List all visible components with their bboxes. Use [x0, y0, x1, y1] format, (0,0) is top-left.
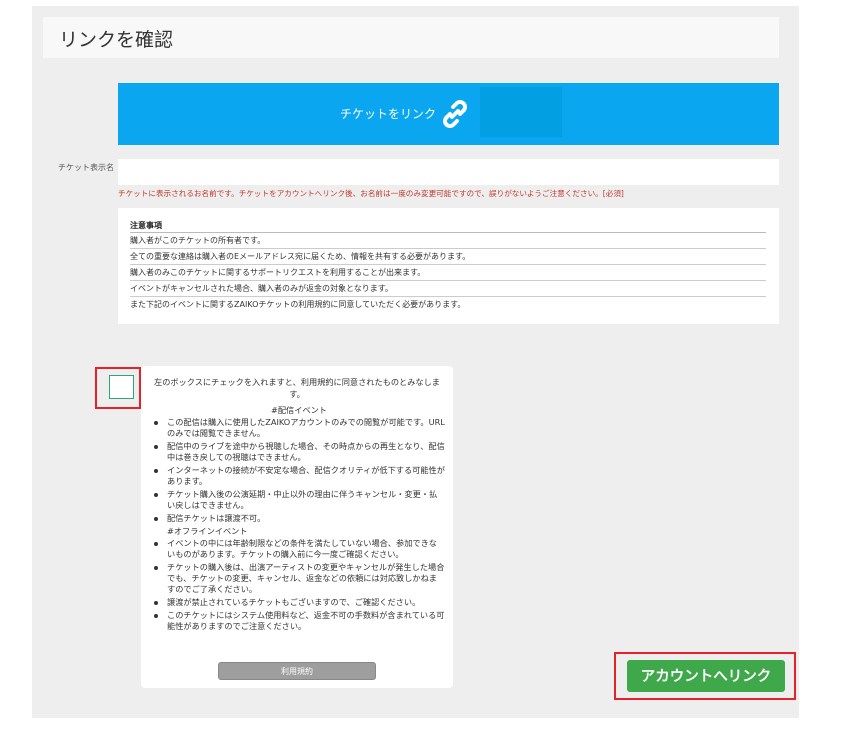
notes-item: また下記のイベントに関するZAIKOチケットの利用規約に同意していただく必要があ…: [130, 300, 466, 309]
terms-item: 配信チケットは譲渡不可。: [149, 513, 445, 524]
streaming-section-heading: #配信イベント: [271, 405, 327, 415]
ticket-name-label: チケット表示名: [58, 163, 114, 172]
terms-intro: 左のボックスにチェックを入れますと、利用規約に同意されたものとみなします。: [154, 377, 440, 399]
terms-item: 譲渡が禁止されているチケットもございますので、ご確認ください。: [149, 597, 445, 608]
terms-item: インターネットの接続が不安定な場合、配信クオリティが低下する可能性があります。: [149, 465, 445, 487]
notes-heading: 注意事項: [130, 220, 766, 233]
offline-section-heading: #オフラインイベント: [167, 526, 248, 536]
terms-of-use-button[interactable]: 利用規約: [218, 662, 376, 680]
notes-item: イベントがキャンセルされた場合、購入者のみが返金の対象となります。: [130, 281, 766, 297]
agree-terms-checkbox[interactable]: [109, 375, 134, 399]
terms-item: この配信は購入に使用したZAIKOアカウントのみでの閲覧が可能です。URLのみで…: [149, 417, 445, 439]
terms-item: チケット購入後の公演延期・中止以外の理由に伴うキャンセル・変更・払い戻しはできま…: [149, 489, 445, 511]
terms-item: 配信中のライブを途中から視聴した場合、その時点からの再生となり、配信中は巻き戻し…: [149, 441, 445, 463]
notes-box: 注意事項 購入者がこのチケットの所有者です。 全ての重要な連絡は購入者のEメール…: [118, 208, 779, 324]
terms-item: このチケットにはシステム使用料など、返金不可の手数料が含まれている可能性がありま…: [149, 610, 445, 632]
terms-item: イベントの中には年齢制限などの条件を満たしていない場合、参加できないものがありま…: [149, 538, 445, 560]
notes-item: 購入者のみこのチケットに関するサポートリクエストを利用することが出来ます。: [130, 265, 766, 281]
ticket-name-input[interactable]: [118, 159, 779, 185]
link-ticket-label: チケットをリンク: [340, 107, 437, 121]
terms-box: 左のボックスにチェックを入れますと、利用規約に同意されたものとみなします。 #配…: [141, 366, 453, 688]
link-icon: [443, 100, 467, 128]
notes-item: 購入者がこのチケットの所有者です。: [130, 233, 766, 249]
notes-item: 全ての重要な連絡は購入者のEメールアドレス宛に届くため、情報を共有する必要があり…: [130, 249, 766, 265]
offline-terms-list: イベントの中には年齢制限などの条件を満たしていない場合、参加できないものがありま…: [149, 538, 445, 634]
ticket-name-hint: チケットに表示されるお名前です。チケットをアカウントへリンク後、お名前は一度のみ…: [118, 189, 624, 198]
page-title: リンクを確認: [59, 29, 174, 51]
terms-item: チケットの購入後は、出演アーティストの変更やキャンセルが発生した場合でも、チケッ…: [149, 562, 445, 595]
redacted-area: [480, 87, 562, 137]
link-account-button[interactable]: アカウントへリンク: [627, 660, 785, 692]
streaming-terms-list: この配信は購入に使用したZAIKOアカウントのみでの閲覧が可能です。URLのみで…: [149, 417, 445, 526]
link-ticket-banner[interactable]: チケットをリンク: [118, 83, 779, 145]
page-header: リンクを確認: [43, 17, 779, 58]
